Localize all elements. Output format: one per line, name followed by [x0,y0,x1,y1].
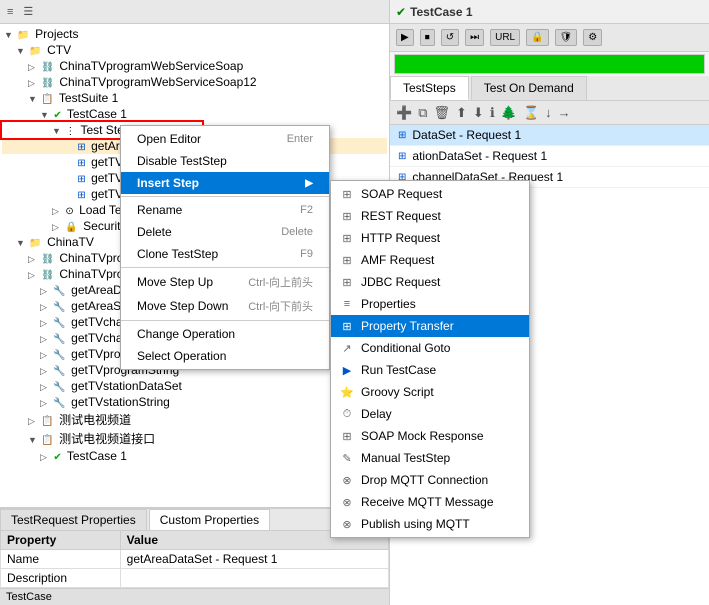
menu-divider [121,196,329,197]
property-transfer-icon: ⊞ [339,320,355,333]
submenu-rest-request[interactable]: ⊞ REST Request [331,205,529,227]
rest-request-icon: ⊞ [339,210,355,223]
security-button[interactable]: 🔒 [526,29,548,46]
play-button[interactable]: ▶ [396,29,414,46]
jdbc-request-icon: ⊞ [339,276,355,289]
insert-step-submenu: ⊞ SOAP Request ⊞ REST Request ⊞ HTTP Req… [330,180,530,538]
menu-open-editor[interactable]: Open Editor Enter [121,128,329,150]
submenu-groovy-script[interactable]: ⭐ Groovy Script [331,381,529,403]
test-controls: ▶ ⏹ ↺ ⏭ URL 🔒 🛡 ⚙ [390,24,709,52]
properties-icon: ≡ [339,298,355,310]
submenu-delay[interactable]: ⏱ Delay [331,403,529,425]
tree-icon[interactable]: 🌲 [499,104,519,122]
submenu-property-transfer[interactable]: ⊞ Property Transfer [331,315,529,337]
conditional-goto-icon: ↗ [339,342,355,355]
submenu-manual-teststep[interactable]: ✎ Manual TestStep [331,447,529,469]
right-header: ✔ TestCase 1 [390,0,709,24]
arrow2-icon[interactable]: → [556,104,573,121]
submenu-properties[interactable]: ≡ Properties [331,293,529,315]
col-property: Property [1,531,121,550]
tree-item[interactable]: ▼ 📁 Projects [2,26,387,42]
tab-testondemand[interactable]: Test On Demand [471,76,587,100]
submenu-arrow-icon: ▶ [305,178,313,189]
menu-clone-teststep[interactable]: Clone TestStep F9 [121,243,329,265]
arrow-icon[interactable]: ↓ [543,104,554,121]
bottom-status: TestCase [0,588,389,605]
amf-request-icon: ⊞ [339,254,355,267]
run-testcase-icon: ▶ [339,364,355,377]
tab-custom-properties[interactable]: Custom Properties [149,509,270,530]
receive-mqtt-icon: ⊗ [339,496,355,509]
progress-bar [395,55,704,73]
copy-icon[interactable]: ⧉ [416,104,429,122]
context-menu: Open Editor Enter Disable TestStep Inser… [120,125,330,370]
skip-button[interactable]: ⏭ [465,29,484,46]
menu-disable-teststep[interactable]: Disable TestStep [121,150,329,172]
delete-icon[interactable]: 🗑 [431,104,452,122]
submenu-soap-request[interactable]: ⊞ SOAP Request [331,183,529,205]
move-up-icon[interactable]: ⬆ [454,104,469,122]
submenu-run-testcase[interactable]: ▶ Run TestCase [331,359,529,381]
info-icon[interactable]: ℹ [488,104,497,122]
refresh-button[interactable]: ↺ [441,29,459,46]
add-icon[interactable]: ➕ [394,104,414,122]
submenu-receive-mqtt[interactable]: ⊗ Receive MQTT Message [331,491,529,513]
menu-divider [121,267,329,268]
menu-icon[interactable]: ≡ [4,5,16,19]
submenu-jdbc-request[interactable]: ⊞ JDBC Request [331,271,529,293]
soap-mock-icon: ⊞ [339,430,355,443]
drop-mqtt-icon: ⊗ [339,474,355,487]
prop-value-cell: getAreaDataSet - Request 1 [120,550,388,569]
steps-toolbar: ➕ ⧉ 🗑 ⬆ ⬇ ℹ 🌲 ⌛ ↓ → [390,101,709,125]
http-request-icon: ⊞ [339,232,355,245]
menu-change-operation[interactable]: Change Operation [121,323,329,345]
list-icon[interactable]: ☰ [20,4,36,19]
properties-table: Property Value Name getAreaDataSet - Req… [0,530,389,588]
menu-select-operation[interactable]: Select Operation [121,345,329,367]
soap-request-icon: ⊞ [339,188,355,201]
check-icon: ✔ [396,5,406,19]
menu-divider [121,320,329,321]
tree-item[interactable]: ▼ ✔ TestCase 1 [2,106,387,122]
menu-move-step-up[interactable]: Move Step Up Ctrl-向上前头 [121,270,329,294]
filter-icon[interactable]: ⌛ [521,104,541,122]
settings-button[interactable]: ⚙ [583,29,602,46]
tab-request-properties[interactable]: TestRequest Properties [0,509,147,530]
submenu-drop-mqtt[interactable]: ⊗ Drop MQTT Connection [331,469,529,491]
tree-item[interactable]: ▷ ⛓ ChinaTVprogramWebServiceSoap12 [2,74,387,90]
submenu-soap-mock-response[interactable]: ⊞ SOAP Mock Response [331,425,529,447]
tree-item[interactable]: ▷ ⛓ ChinaTVprogramWebServiceSoap [2,58,387,74]
tabs-row: TestSteps Test On Demand [390,76,709,101]
prop-name-cell: Description [1,569,121,588]
move-down-icon[interactable]: ⬇ [471,104,486,122]
tree-item[interactable]: ▼ 📋 TestSuite 1 [2,90,387,106]
tab-teststeps[interactable]: TestSteps [390,76,469,100]
menu-delete[interactable]: Delete Delete [121,221,329,243]
table-row: Name getAreaDataSet - Request 1 [1,550,389,569]
groovy-script-icon: ⭐ [339,386,355,399]
navigator-toolbar: ≡ ☰ [0,0,389,24]
prop-value-cell [120,569,388,588]
step-item[interactable]: ⊞ ationDataSet - Request 1 [390,146,709,167]
prop-name-cell: Name [1,550,121,569]
menu-move-step-down[interactable]: Move Step Down Ctrl-向下前头 [121,294,329,318]
publish-mqtt-icon: ⊗ [339,518,355,531]
menu-insert-step[interactable]: Insert Step ▶ [121,172,329,194]
delay-icon: ⏱ [339,408,355,421]
url-button[interactable]: URL [490,29,520,46]
menu-rename[interactable]: Rename F2 [121,199,329,221]
submenu-http-request[interactable]: ⊞ HTTP Request [331,227,529,249]
step-item[interactable]: ⊞ DataSet - Request 1 [390,125,709,146]
manual-teststep-icon: ✎ [339,452,355,465]
submenu-publish-mqtt[interactable]: ⊗ Publish using MQTT [331,513,529,535]
shield-button[interactable]: 🛡 [555,29,578,46]
progress-area [394,54,705,74]
table-row: Description [1,569,389,588]
submenu-conditional-goto[interactable]: ↗ Conditional Goto [331,337,529,359]
tree-item[interactable]: ▼ 📁 CTV [2,42,387,58]
stop-button[interactable]: ⏹ [420,29,435,46]
submenu-amf-request[interactable]: ⊞ AMF Request [331,249,529,271]
testcase-title: TestCase 1 [410,5,472,19]
